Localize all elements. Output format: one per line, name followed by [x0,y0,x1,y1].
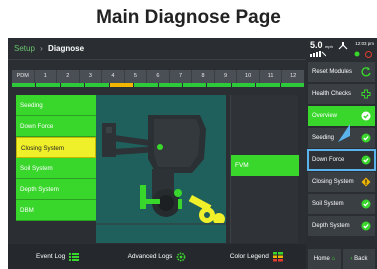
planter-row-unit-icon [96,95,226,243]
color-legend-label: Color Legend [229,253,269,260]
reset-modules-label: Reset Modules [312,69,353,75]
signal-bars-icon [310,51,326,57]
closing-system-label: Closing System [312,179,354,185]
row-status-12 [280,83,305,87]
speed-readout: 5.0 mph [310,40,333,50]
sidebar-item-depth-system[interactable]: Depth System [308,216,375,236]
row-status-8 [182,83,207,87]
status-dot-icon [354,51,360,57]
health-checks-label: Health Checks [312,91,352,97]
check-icon [361,155,371,165]
home-label: Home [313,256,330,262]
check-icon [361,199,371,209]
system-item-soil-system[interactable]: Soil System [16,158,96,179]
row-status-5 [109,83,134,87]
row-status-1 [12,83,36,87]
list-icon [69,252,80,261]
row-cell-10[interactable]: 10 [237,70,260,83]
row-status-6 [134,83,158,87]
row-cell-6[interactable]: 6 [147,70,170,83]
row-status-3 [60,83,85,87]
fvm-indicator[interactable]: FVM [231,155,299,176]
clock: 12:03 pm [355,41,374,46]
sidebar-item-soil-system[interactable]: Soil System [308,194,375,214]
color-legend-button[interactable]: Color Legend [207,251,306,262]
sidebar-item-overview[interactable]: Overview [308,106,375,126]
speed-unit: mph [325,44,333,49]
warning-icon [361,177,371,187]
row-cell-pdm[interactable]: PDM [12,70,35,83]
row-unit-illustration [96,95,226,243]
row-status-11 [256,83,280,87]
detail-panel: FVM [230,95,299,243]
back-label: Back [354,256,368,262]
system-item-dbm[interactable]: DBM [16,200,96,221]
down-force-label: Down Force [312,157,345,163]
event-log-button[interactable]: Event Log [8,252,107,262]
check-icon [361,221,371,231]
legend-icon [272,251,283,261]
row-status-4 [85,83,109,87]
row-cell-8[interactable]: 8 [192,70,215,83]
satellite-icon [338,42,348,50]
row-cell-5[interactable]: 5 [125,70,148,83]
system-list: Seeding Down Force Closing System Soil S… [16,95,96,221]
row-cell-7[interactable]: 7 [170,70,193,83]
right-sidebar: 5.0 mph 12:03 pm Reset Modules Health Ch… [306,38,377,269]
home-icon: ⌂ [331,256,336,262]
chevron-left-icon: ‹ [350,256,353,262]
row-cell-2[interactable]: 2 [57,70,80,83]
check-icon [361,111,371,121]
row-cell-1[interactable]: 1 [35,70,58,83]
top-bar: Setup › Diagnose [8,38,306,60]
event-log-label: Event Log [36,253,66,260]
row-cell-3[interactable]: 3 [80,70,103,83]
home-button[interactable]: Home ⌂ [308,249,341,269]
row-status-9 [207,83,231,87]
row-cell-9[interactable]: 9 [215,70,238,83]
plus-icon [361,89,371,99]
seeding-label: Seeding [312,135,335,141]
overview-label: Overview [312,113,338,119]
soil-system-label: Soil System [312,201,344,207]
gear-icon [176,252,186,261]
reset-modules-button[interactable]: Reset Modules [308,62,375,82]
row-cell-4[interactable]: 4 [102,70,125,83]
breadcrumb-separator: › [40,44,43,53]
system-item-down-force[interactable]: Down Force [16,116,96,137]
row-strip: PDM 1 2 3 4 5 6 7 8 9 10 11 12 [12,70,304,83]
advanced-logs-button[interactable]: Advanced Logs [107,252,206,262]
row-cell-11[interactable]: 11 [260,70,283,83]
row-cell-12[interactable]: 12 [282,70,304,83]
row-status-bars [12,83,305,87]
depth-system-label: Depth System [312,223,350,229]
sidebar-item-closing-system[interactable]: Closing System [308,172,375,192]
breadcrumb-current: Diagnose [48,44,85,53]
sidebar-item-down-force[interactable]: Down Force [307,149,376,171]
speed-value: 5.0 [310,40,323,50]
alert-icon [365,51,372,58]
callout-pointer [338,124,350,142]
row-status-7 [158,83,182,87]
bottom-bar: Event Log Advanced Logs Color Legend [8,244,306,269]
check-icon [361,133,371,143]
back-button[interactable]: ‹ Back [343,249,375,269]
row-status-2 [36,83,60,87]
system-item-closing-system[interactable]: Closing System [16,137,96,158]
system-item-seeding[interactable]: Seeding [16,95,96,116]
breadcrumb-setup[interactable]: Setup [14,44,35,53]
row-status-10 [231,83,256,87]
system-item-depth-system[interactable]: Depth System [16,179,96,200]
status-area: 5.0 mph 12:03 pm [306,38,377,60]
advanced-logs-label: Advanced Logs [127,253,173,260]
page-heading: Main Diagnose Page [96,7,281,28]
reset-icon [361,67,371,77]
health-checks-button[interactable]: Health Checks [308,84,375,104]
diagnose-screen: Setup › Diagnose PDM 1 2 3 4 5 6 7 8 9 1… [8,38,377,269]
